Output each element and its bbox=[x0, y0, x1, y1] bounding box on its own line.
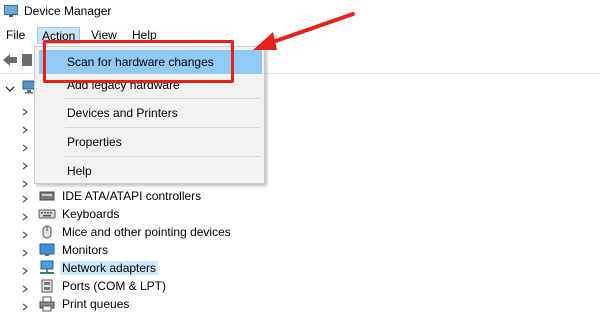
tree-item-label: Print queues bbox=[62, 297, 130, 311]
chevron-right-icon[interactable] bbox=[21, 159, 29, 170]
device-manager-icon bbox=[4, 5, 18, 17]
chevron-right-icon[interactable] bbox=[21, 264, 29, 275]
menu-item-label: Properties bbox=[67, 135, 122, 149]
menu-file[interactable]: File bbox=[2, 27, 29, 44]
tree-item-keyboards[interactable]: Keyboards bbox=[18, 205, 418, 223]
chevron-right-icon[interactable] bbox=[21, 210, 29, 221]
menu-separator bbox=[65, 156, 260, 157]
network-adapter-icon bbox=[38, 260, 56, 276]
annotation-arrow-icon bbox=[253, 12, 355, 50]
chevron-right-icon[interactable] bbox=[21, 123, 29, 134]
chevron-right-icon[interactable] bbox=[21, 228, 29, 239]
tree-item-label: Keyboards bbox=[62, 207, 120, 221]
chevron-right-icon[interactable] bbox=[21, 192, 29, 203]
back-arrow-icon[interactable] bbox=[2, 53, 18, 67]
menu-item-help[interactable]: Help bbox=[39, 159, 262, 183]
annotation-highlight-box bbox=[43, 40, 234, 83]
keyboard-icon bbox=[38, 206, 56, 222]
chevron-right-icon[interactable] bbox=[21, 141, 29, 152]
printer-icon bbox=[38, 296, 56, 312]
window-title: Device Manager bbox=[24, 4, 112, 18]
chevron-down-icon[interactable] bbox=[5, 83, 15, 93]
tree-item-label: Monitors bbox=[62, 243, 109, 257]
menu-separator bbox=[65, 127, 260, 128]
chevron-right-icon[interactable] bbox=[21, 300, 29, 311]
menu-separator bbox=[65, 98, 260, 99]
tree-item-ide-controllers[interactable]: IDE ATA/ATAPI controllers bbox=[18, 187, 418, 205]
tree-item-mice[interactable]: Mice and other pointing devices bbox=[18, 223, 418, 241]
menu-item-label: Help bbox=[67, 164, 92, 178]
tree-item-label: Network adapters bbox=[60, 261, 159, 275]
monitor-icon bbox=[38, 242, 56, 258]
tree-item-ports[interactable]: Ports (COM & LPT) bbox=[18, 277, 418, 295]
port-icon bbox=[38, 278, 56, 294]
tree-item-print-queues[interactable]: Print queues bbox=[18, 295, 418, 312]
menu-item-properties[interactable]: Properties bbox=[39, 130, 262, 154]
ide-controller-icon bbox=[38, 188, 56, 204]
forward-arrow-icon[interactable] bbox=[22, 54, 32, 66]
menu-item-label: Devices and Printers bbox=[67, 106, 178, 120]
menu-item-devices-and-printers[interactable]: Devices and Printers bbox=[39, 101, 262, 125]
tree-item-label: Mice and other pointing devices bbox=[62, 225, 231, 239]
chevron-right-icon[interactable] bbox=[21, 282, 29, 293]
chevron-right-icon[interactable] bbox=[21, 246, 29, 257]
tree-item-monitors[interactable]: Monitors bbox=[18, 241, 418, 259]
chevron-right-icon[interactable] bbox=[21, 177, 29, 188]
tree-item-label: IDE ATA/ATAPI controllers bbox=[62, 189, 202, 203]
tree-item-label: Ports (COM & LPT) bbox=[62, 279, 167, 293]
tree-item-network-adapters[interactable]: Network adapters bbox=[18, 259, 418, 277]
mouse-icon bbox=[38, 224, 56, 240]
chevron-right-icon[interactable] bbox=[21, 105, 29, 116]
